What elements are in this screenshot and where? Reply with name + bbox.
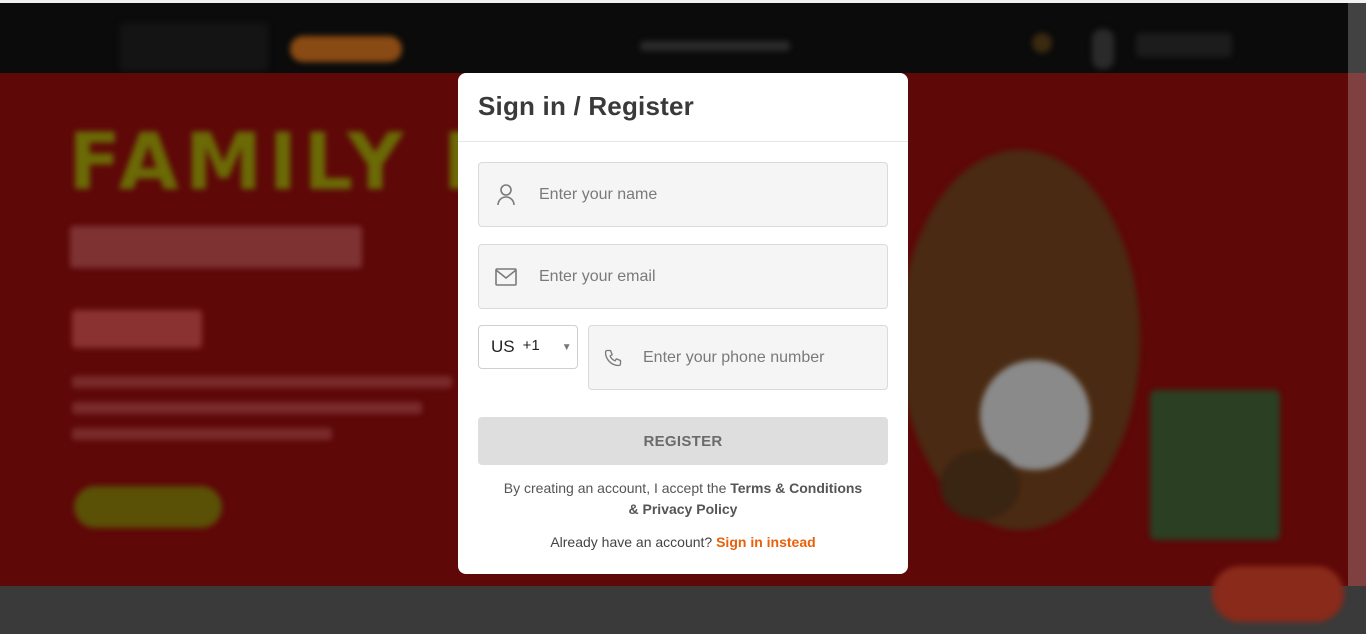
caret-down-icon: ▼	[561, 341, 572, 353]
signin-prompt: Already have an account?	[550, 534, 717, 550]
dial-code-label: +1	[522, 336, 540, 354]
modal-title: Sign in / Register	[478, 91, 694, 121]
user-icon	[493, 182, 519, 208]
modal-header: Sign in / Register	[458, 73, 908, 142]
floating-call-button	[1212, 566, 1344, 622]
country-code-select[interactable]: US +1 ▼	[478, 325, 578, 369]
name-field[interactable]	[478, 162, 888, 227]
terms-link[interactable]: Terms & Conditions	[730, 480, 862, 496]
page-bottom	[0, 586, 1366, 634]
hero-subheading	[72, 310, 202, 348]
email-input[interactable]	[539, 267, 869, 286]
signin-row: Already have an account? Sign in instead	[478, 534, 888, 550]
scrollbar-track	[1348, 3, 1366, 586]
register-button[interactable]: REGISTER	[478, 417, 888, 465]
terms-prefix: By creating an account, I accept the	[503, 480, 731, 496]
phone-input[interactable]	[643, 348, 887, 367]
hero-text-line	[72, 402, 422, 414]
hero-text-line	[72, 376, 452, 388]
hero-text-line	[72, 428, 332, 440]
signin-link[interactable]: Sign in instead	[716, 534, 816, 550]
name-input[interactable]	[539, 185, 869, 204]
terms-text: By creating an account, I accept the Ter…	[478, 478, 888, 520]
hero-price-text	[1138, 189, 1177, 244]
phone-field[interactable]	[588, 325, 888, 390]
hero-tag	[70, 226, 362, 268]
hero-food-image	[900, 150, 1140, 530]
phone-icon	[603, 345, 623, 371]
email-field[interactable]	[478, 244, 888, 309]
mail-icon	[493, 264, 519, 290]
hero-drinks-image	[1150, 390, 1280, 540]
privacy-link[interactable]: & Privacy Policy	[629, 501, 738, 517]
hero-food-dip	[940, 450, 1020, 520]
hero-order-button	[74, 486, 222, 528]
country-code-label: US	[491, 337, 515, 356]
register-modal: Sign in / Register US +1 ▼	[458, 73, 908, 574]
